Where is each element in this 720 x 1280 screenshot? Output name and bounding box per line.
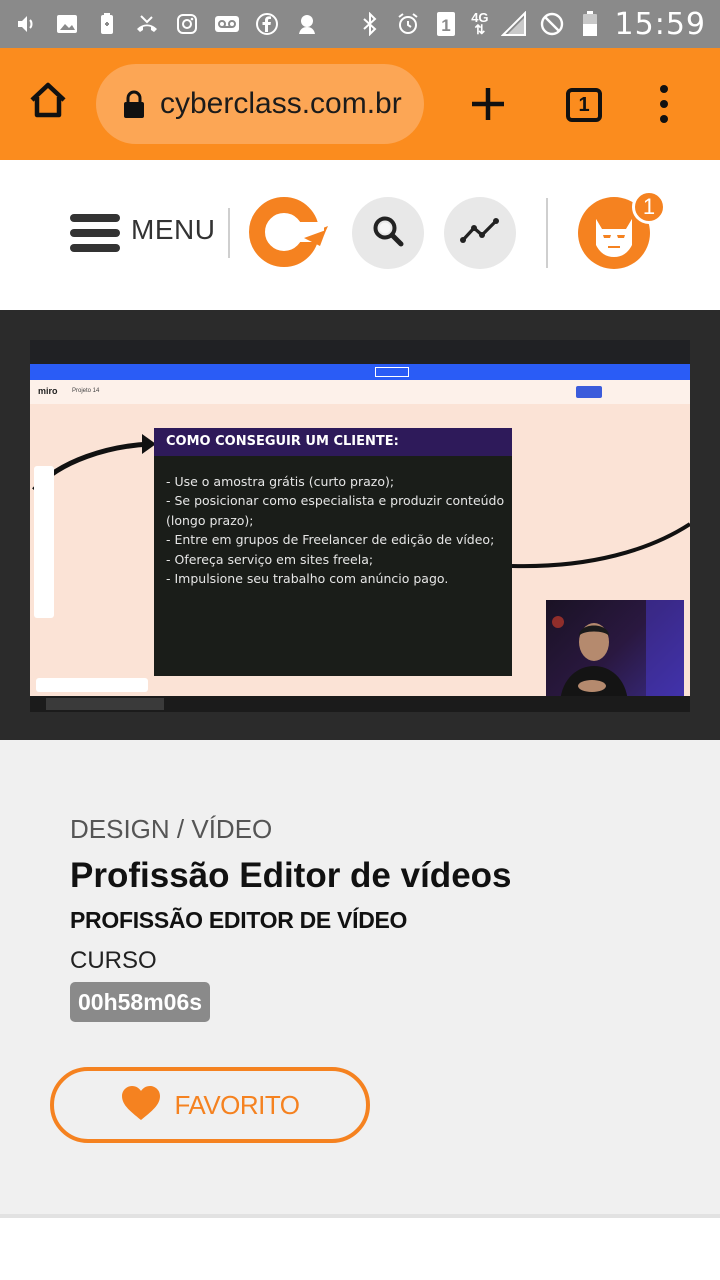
voicemail-icon [214,11,240,37]
alarm-icon [395,11,421,37]
trend-line-icon [460,216,500,251]
course-title: Profissão Editor de vídeos [70,856,512,895]
mascot-notification-icon [294,11,320,37]
course-duration-badge: 00h58m06s [70,982,211,1022]
network-label: 4G [471,10,489,25]
search-button[interactable] [352,197,424,269]
facebook-icon [254,11,280,37]
home-icon[interactable] [26,78,70,122]
next-section [0,1218,720,1280]
header-divider [546,198,548,268]
missed-call-icon [134,11,160,37]
thumb-taskbar [30,696,690,712]
slide-line: - Se posicionar como especialista e prod… [166,493,505,528]
course-category[interactable]: DESIGN / VÍDEO [70,814,272,845]
battery-saver-icon [94,11,120,37]
tab-switcher-button[interactable]: 1 [566,88,602,122]
slide-line: - Impulsione seu trabalho com anúncio pa… [166,571,449,587]
gallery-icon [54,11,80,37]
slide-card: COMO CONSEGUIR UM CLIENTE: - Use o amost… [154,428,512,676]
network-type: 4G ⇅ [471,10,489,37]
slide-line: - Entre em grupos de Freelancer de ediçã… [166,532,495,548]
slide-line: - Ofereça serviço em sites freela; [166,551,374,567]
volume-icon [14,11,40,37]
progress-button[interactable] [444,197,516,269]
slide-line: - Use o amostra grátis (curto prazo); [166,474,395,489]
favorite-label: FAVORITO [174,1089,300,1120]
slide-heading: COMO CONSEGUIR UM CLIENTE: [154,428,512,456]
battery-icon [577,11,603,37]
do-not-disturb-icon [539,11,565,37]
address-bar[interactable]: cyberclass.com.br [96,64,424,144]
favorite-button[interactable]: FAVORITO [50,1067,370,1143]
course-subtitle: PROFISSÃO EDITOR DE VÍDEO [70,907,408,933]
overflow-menu-icon[interactable] [654,84,674,124]
signal-icon [500,11,527,37]
status-bar: 1 4G ⇅ 15:59 [0,0,720,48]
webcam-overlay [546,600,684,702]
sim-icon: 1 [433,11,459,37]
site-logo[interactable] [248,194,330,270]
clock: 15:59 [614,6,706,42]
browser-toolbar: cyberclass.com.br 1 [0,48,720,160]
sim-slot-label: 1 [441,16,450,35]
thumb-bottom-toolbar [36,678,148,692]
lock-icon [122,89,146,119]
menu-label[interactable]: MENU [131,214,215,246]
notification-badge[interactable]: 1 [632,190,666,224]
hamburger-icon[interactable] [70,214,120,252]
tab-count: 1 [578,93,590,116]
course-type: CURSO [70,947,157,974]
video-player[interactable]: miro Projeto 14 COMO CONSEGUIR UM CLIENT… [0,310,720,740]
slide-body: - Use o amostra grátis (curto prazo); - … [166,472,506,588]
new-tab-icon[interactable] [466,82,510,126]
thumb-left-toolbar [34,466,54,618]
bluetooth-icon [357,11,383,37]
instagram-icon [174,11,200,37]
heart-icon [120,1084,162,1127]
header-divider [228,208,230,258]
search-icon [371,214,405,253]
video-thumbnail[interactable]: miro Projeto 14 COMO CONSEGUIR UM CLIENT… [30,340,690,712]
url-text: cyberclass.com.br [160,87,402,120]
